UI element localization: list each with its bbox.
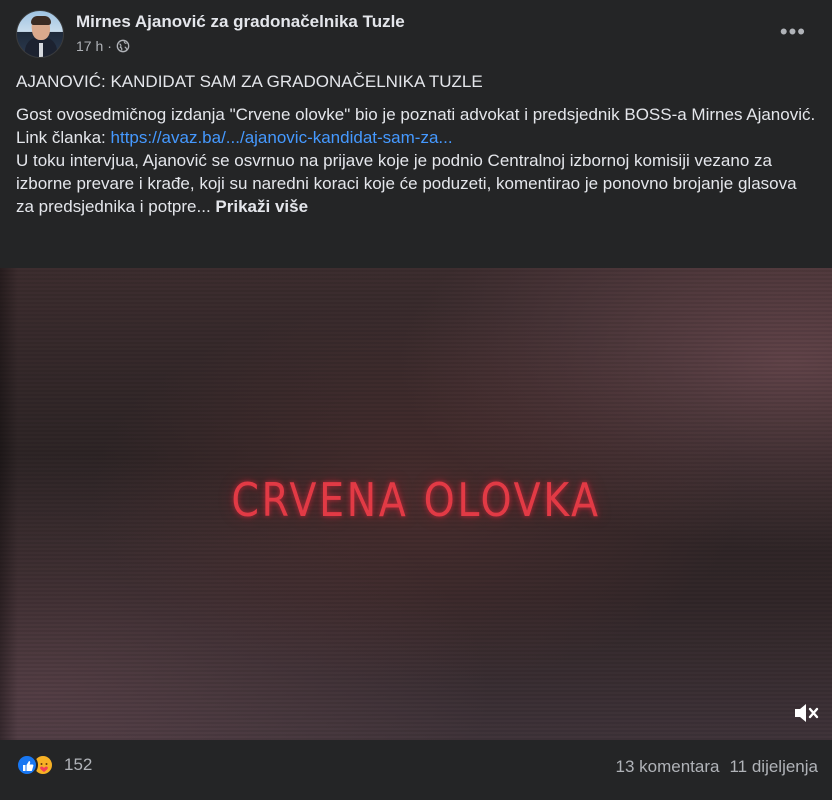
video-player[interactable]: CRVENA OLOVKA <box>0 268 832 740</box>
video-frame-title: CRVENA OLOVKA <box>231 473 601 527</box>
post-time[interactable]: 17 h <box>76 38 103 54</box>
post-text: AJANOVIĆ: KANDIDAT SAM ZA GRADONAČELNIKA… <box>16 70 816 218</box>
author-avatar[interactable] <box>16 10 64 58</box>
post-body-text: U toku intervjua, Ajanović se osvrnuo na… <box>16 151 797 216</box>
reactions-summary[interactable]: 152 <box>16 754 92 776</box>
link-label: Link članka: <box>16 128 106 147</box>
author-name[interactable]: Mirnes Ajanović za gradonačelnika Tuzle <box>76 12 405 32</box>
facebook-post: Mirnes Ajanović za gradonačelnika Tuzle … <box>0 0 832 800</box>
post-body-line1: Gost ovosedmičnog izdanja "Crvene olovke… <box>16 105 816 124</box>
reaction-count[interactable]: 152 <box>64 755 92 775</box>
shares-count[interactable]: 11 dijeljenja <box>729 757 818 777</box>
like-icon <box>16 754 38 776</box>
globe-icon[interactable] <box>116 39 130 53</box>
post-body-line2: U toku intervjua, Ajanović se osvrnuo na… <box>16 149 816 218</box>
article-link[interactable]: https://avaz.ba/.../ajanovic-kandidat-sa… <box>111 128 453 147</box>
post-link-line: Link članka: https://avaz.ba/.../ajanovi… <box>16 126 816 149</box>
volume-muted-icon[interactable] <box>790 698 820 728</box>
more-options-icon[interactable]: ••• <box>780 21 806 43</box>
post-footer: 152 13 komentara 11 dijeljenja <box>16 752 818 786</box>
post-meta: 17 h · <box>76 38 130 54</box>
meta-separator: · <box>107 38 112 54</box>
engagement-stats: 13 komentara 11 dijeljenja <box>616 757 818 777</box>
comments-count[interactable]: 13 komentara <box>616 757 720 777</box>
see-more-link[interactable]: Prikaži više <box>215 197 308 216</box>
post-header: Mirnes Ajanović za gradonačelnika Tuzle … <box>16 10 816 60</box>
post-headline: AJANOVIĆ: KANDIDAT SAM ZA GRADONAČELNIKA… <box>16 72 483 91</box>
